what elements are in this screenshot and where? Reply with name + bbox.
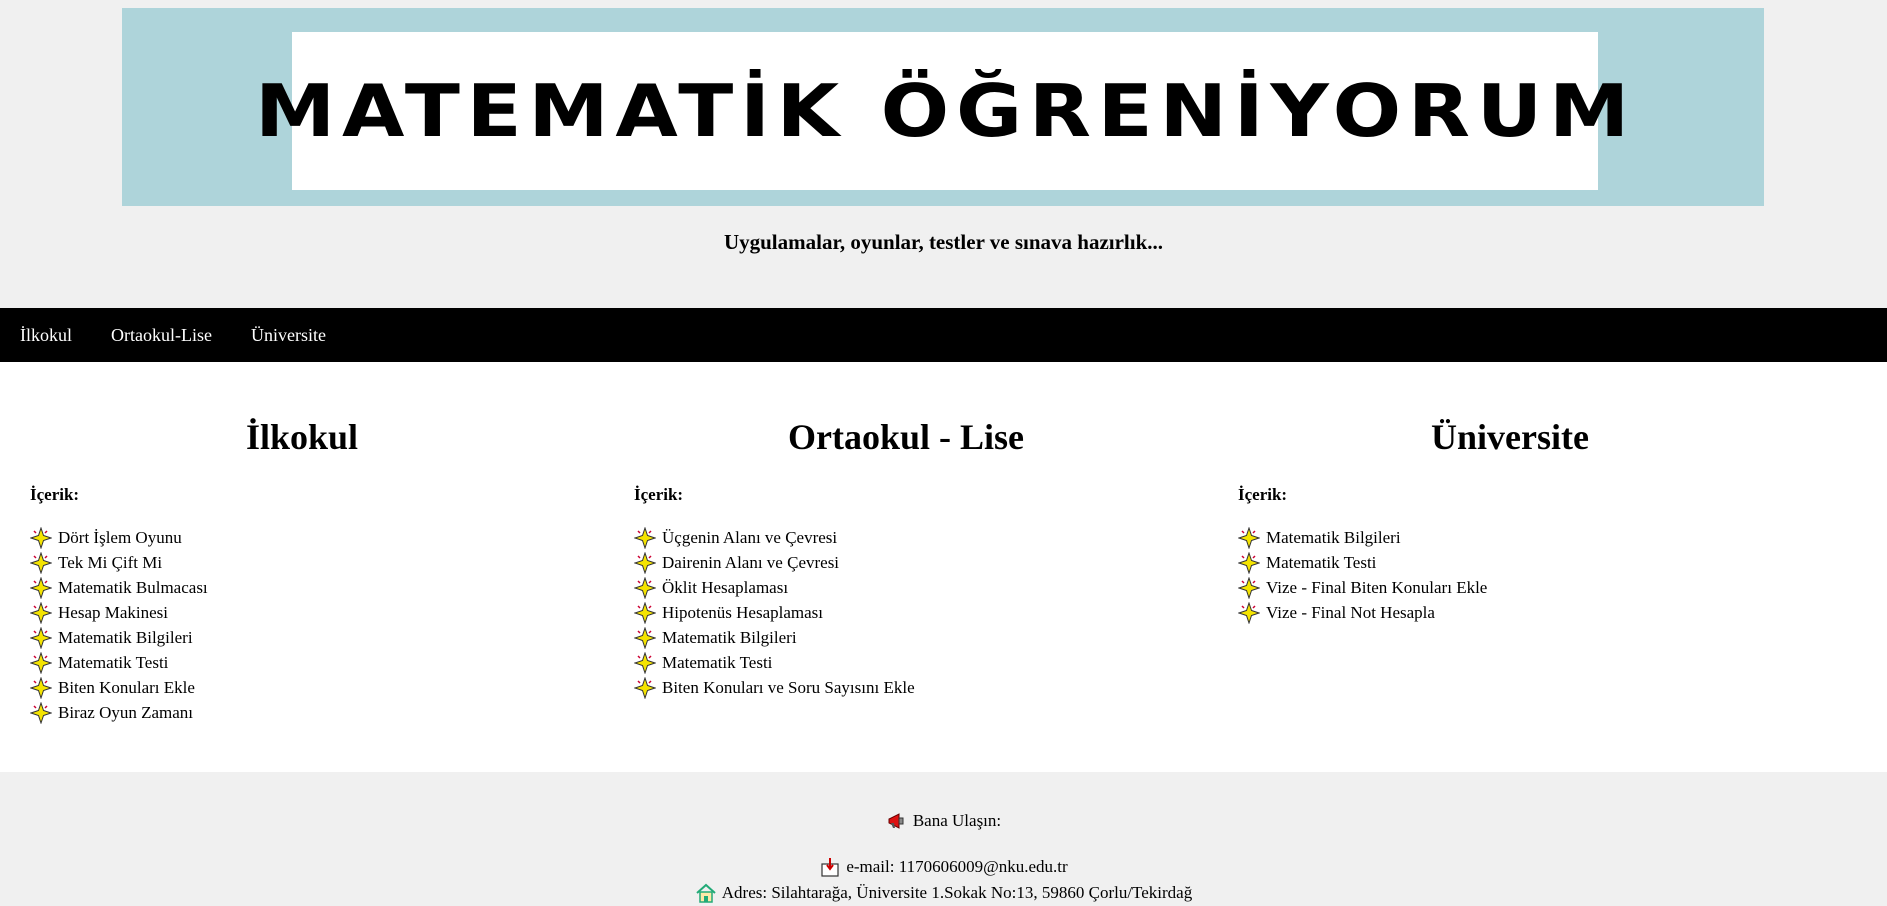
sparkle-star-icon: [29, 675, 53, 700]
list-item-label: Vize - Final Not Hesapla: [1266, 603, 1435, 622]
list-item-label: Tek Mi Çift Mi: [58, 553, 163, 572]
banner-title: MATEMATİK ÖĞRENİYORUM: [254, 69, 1636, 153]
sparkle-star-icon: [1237, 575, 1261, 600]
list-item-label: Vize - Final Biten Konuları Ekle: [1266, 578, 1488, 597]
sparkle-star-icon: [1237, 550, 1261, 575]
list-item[interactable]: Matematik Bilgileri: [633, 625, 1208, 650]
nav-item-universite[interactable]: Üniversite: [251, 325, 326, 346]
column-ilkokul: İlkokul İçerik: Dört İşlem Oyunu Tek Mi Ç…: [0, 362, 604, 725]
list-item[interactable]: Hesap Makinesi: [29, 600, 604, 625]
sparkle-star-icon: [29, 600, 53, 625]
list-item-label: Hesap Makinesi: [58, 603, 169, 622]
address-row: Adres: Silahtarağa, Üniversite 1.Sokak N…: [0, 882, 1887, 904]
nav-item-ilkokul[interactable]: İlkokul: [20, 325, 72, 346]
list-item-label: Biten Konuları ve Soru Sayısını Ekle: [662, 678, 915, 697]
list-item-label: Öklit Hesaplaması: [662, 578, 789, 597]
house-icon: [696, 883, 716, 903]
nav-item-ortaokul-lise[interactable]: Ortaokul-Lise: [111, 325, 212, 346]
contact-row: Bana Ulaşın:: [0, 810, 1887, 832]
tagline: Uygulamalar, oyunlar, testler ve sınava …: [723, 230, 1164, 254]
banner: MATEMATİK ÖĞRENİYORUM: [122, 8, 1764, 206]
sparkle-star-icon: [633, 575, 657, 600]
column-ortaokul-lise: Ortaokul - Lise İçerik: Üçgenin Alanı ve…: [604, 362, 1208, 700]
list-item-label: Üçgenin Alanı ve Çevresi: [662, 528, 838, 547]
list-item[interactable]: Biraz Oyun Zamanı: [29, 700, 604, 725]
list-item-label: Matematik Bilgileri: [1266, 528, 1401, 547]
content-list: Dört İşlem Oyunu Tek Mi Çift Mi Matematik …: [29, 525, 604, 725]
column-title: İlkokul: [245, 417, 359, 457]
sparkle-star-icon: [633, 550, 657, 575]
list-item[interactable]: Matematik Testi: [29, 650, 604, 675]
sparkle-star-icon: [29, 625, 53, 650]
navbar: İlkokul Ortaokul-Lise Üniversite: [0, 308, 1887, 362]
list-item-label: Dairenin Alanı ve Çevresi: [662, 553, 840, 572]
list-item-label: Biraz Oyun Zamanı: [58, 703, 194, 722]
column-title: Ortaokul - Lise: [787, 417, 1024, 457]
address-text: Adres: Silahtarağa, Üniversite 1.Sokak N…: [721, 883, 1193, 902]
list-item[interactable]: Biten Konuları Ekle: [29, 675, 604, 700]
list-item[interactable]: Vize - Final Biten Konuları Ekle: [1237, 575, 1812, 600]
email-row: e-mail: 1170606009@nku.edu.tr: [0, 856, 1887, 878]
header: MATEMATİK ÖĞRENİYORUM Uygulamalar, oyunl…: [0, 0, 1887, 308]
sparkle-star-icon: [29, 700, 53, 725]
megaphone-icon: [888, 813, 904, 829]
list-item[interactable]: Üçgenin Alanı ve Çevresi: [633, 525, 1208, 550]
sparkle-star-icon: [633, 600, 657, 625]
sparkle-star-icon: [29, 575, 53, 600]
list-item-label: Matematik Bilgileri: [662, 628, 797, 647]
list-item-label: Matematik Testi: [662, 653, 773, 672]
list-item-label: Matematik Bulmacası: [58, 578, 208, 597]
content-label: İçerik:: [1238, 485, 1288, 504]
sparkle-star-icon: [29, 650, 53, 675]
list-item[interactable]: Dairenin Alanı ve Çevresi: [633, 550, 1208, 575]
list-item-label: Dört İşlem Oyunu: [58, 528, 182, 547]
sparkle-star-icon: [633, 525, 657, 550]
sparkle-star-icon: [1237, 525, 1261, 550]
list-item-label: Biten Konuları Ekle: [58, 678, 195, 697]
list-item[interactable]: Matematik Bilgileri: [29, 625, 604, 650]
column-universite: Üniversite İçerik: Matematik Bilgileri Ma…: [1208, 362, 1812, 625]
list-item[interactable]: Matematik Bulmacası: [29, 575, 604, 600]
list-item[interactable]: Matematik Bilgileri: [1237, 525, 1812, 550]
sparkle-star-icon: [633, 625, 657, 650]
sparkle-star-icon: [29, 550, 53, 575]
banner-logo-box: MATEMATİK ÖĞRENİYORUM: [255, 32, 1629, 190]
sparkle-star-icon: [633, 675, 657, 700]
content-label: İçerik:: [634, 485, 684, 504]
sparkle-star-icon: [29, 525, 53, 550]
mailbox-icon: [821, 858, 839, 877]
sparkle-star-icon: [1237, 600, 1261, 625]
content-columns: İlkokul İçerik: Dört İşlem Oyunu Tek Mi Ç…: [0, 362, 1887, 772]
sparkle-star-icon: [633, 650, 657, 675]
email-text[interactable]: e-mail: 1170606009@nku.edu.tr: [846, 857, 1067, 877]
content-list: Matematik Bilgileri Matematik Testi Vize -…: [1237, 525, 1812, 625]
list-item[interactable]: Öklit Hesaplaması: [633, 575, 1208, 600]
content-label: İçerik:: [30, 485, 80, 504]
list-item[interactable]: Vize - Final Not Hesapla: [1237, 600, 1812, 625]
list-item[interactable]: Hipotenüs Hesaplaması: [633, 600, 1208, 625]
contact-label: Bana Ulaşın:: [912, 811, 1002, 830]
list-item[interactable]: Matematik Testi: [633, 650, 1208, 675]
content-list: Üçgenin Alanı ve Çevresi Dairenin Alanı v…: [633, 525, 1208, 700]
list-item[interactable]: Dört İşlem Oyunu: [29, 525, 604, 550]
list-item-label: Hipotenüs Hesaplaması: [662, 603, 823, 622]
list-item[interactable]: Biten Konuları ve Soru Sayısını Ekle: [633, 675, 1208, 700]
list-item[interactable]: Matematik Testi: [1237, 550, 1812, 575]
footer: Bana Ulaşın: e-mail: 1170606009@nku.edu.…: [0, 772, 1887, 906]
list-item-label: Matematik Testi: [58, 653, 169, 672]
list-item-label: Matematik Testi: [1266, 553, 1377, 572]
column-title: Üniversite: [1431, 417, 1589, 457]
list-item[interactable]: Tek Mi Çift Mi: [29, 550, 604, 575]
list-item-label: Matematik Bilgileri: [58, 628, 193, 647]
